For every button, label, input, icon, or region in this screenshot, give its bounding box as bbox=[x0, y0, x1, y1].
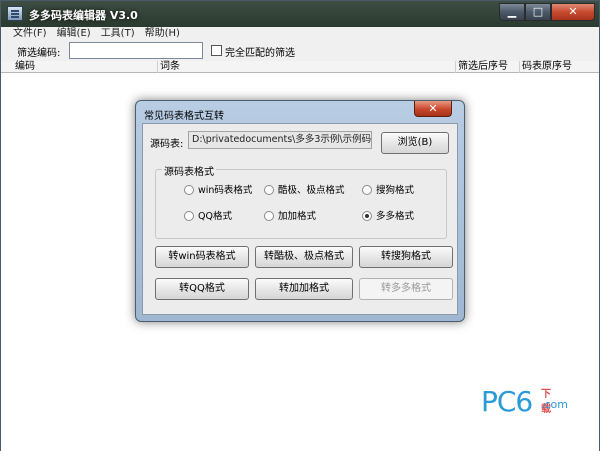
menu-help[interactable]: 帮助(H) bbox=[145, 27, 180, 41]
radio-win-format-label: win码表格式 bbox=[198, 185, 253, 196]
close-button[interactable]: ✕ bbox=[551, 3, 595, 21]
filter-code-input[interactable] bbox=[69, 42, 203, 59]
convert-jiajia-button[interactable]: 转加加格式 bbox=[255, 278, 353, 300]
menu-bar: 文件(F) 编辑(E) 工具(T) 帮助(H) bbox=[1, 27, 599, 41]
source-path-field[interactable]: D:\privatedocuments\多多3示例\示例码表.txt bbox=[188, 131, 372, 149]
radio-kuji-format-dot bbox=[264, 185, 274, 195]
column-header-original-index[interactable]: 码表原序号 bbox=[519, 61, 599, 73]
radio-sogou-format-label: 搜狗格式 bbox=[376, 185, 415, 196]
source-table-label: 源码表: bbox=[150, 139, 184, 150]
radio-duoduo-format[interactable]: 多多格式 bbox=[362, 210, 432, 224]
watermark-domain: .com bbox=[541, 398, 568, 411]
watermark-main: PC6 bbox=[481, 385, 533, 418]
maximize-button[interactable]: □ bbox=[525, 3, 551, 21]
radio-jiajia-format-label: 加加格式 bbox=[278, 211, 317, 222]
caption-buttons: ▁ □ ✕ bbox=[499, 3, 595, 21]
format-convert-dialog: 常见码表格式互转 ✕ 源码表: D:\privatedocuments\多多3示… bbox=[135, 100, 465, 322]
radio-sogou-format-dot bbox=[362, 185, 372, 195]
dialog-title: 常见码表格式互转 bbox=[144, 111, 224, 122]
radio-jiajia-format[interactable]: 加加格式 bbox=[264, 210, 354, 224]
convert-kuji-button[interactable]: 转酷极、极点格式 bbox=[255, 246, 353, 268]
pc6-watermark: PC6 下载 .com bbox=[481, 385, 568, 418]
radio-duoduo-format-dot bbox=[362, 211, 372, 221]
window-title: 多多码表编辑器 V3.0 bbox=[29, 9, 138, 22]
column-header-entry[interactable]: 词条 bbox=[157, 61, 455, 73]
source-format-group: 源码表格式 win码表格式 酷极、极点格式 搜狗格式 QQ格式 加加格式 多多格… bbox=[155, 163, 447, 239]
convert-qq-button[interactable]: 转QQ格式 bbox=[155, 278, 249, 300]
browse-button[interactable]: 浏览(B) bbox=[381, 132, 449, 154]
menu-tools[interactable]: 工具(T) bbox=[101, 27, 135, 41]
radio-kuji-format[interactable]: 酷极、极点格式 bbox=[264, 184, 364, 198]
convert-win-button[interactable]: 转win码表格式 bbox=[155, 246, 249, 268]
radio-duoduo-format-label: 多多格式 bbox=[376, 211, 415, 222]
radio-kuji-format-label: 酷极、极点格式 bbox=[278, 185, 345, 196]
radio-win-format[interactable]: win码表格式 bbox=[184, 184, 264, 198]
convert-sogou-button[interactable]: 转搜狗格式 bbox=[359, 246, 453, 268]
app-icon bbox=[7, 6, 23, 21]
menu-edit[interactable]: 编辑(E) bbox=[57, 27, 91, 41]
radio-qq-format-dot bbox=[184, 211, 194, 221]
exact-match-label[interactable]: 完全匹配的筛选 bbox=[225, 44, 295, 59]
radio-win-format-dot bbox=[184, 185, 194, 195]
radio-jiajia-format-dot bbox=[264, 211, 274, 221]
radio-qq-format-label: QQ格式 bbox=[198, 211, 232, 222]
radio-sogou-format[interactable]: 搜狗格式 bbox=[362, 184, 432, 198]
column-header-code[interactable]: 编码 bbox=[13, 61, 157, 73]
radio-qq-format[interactable]: QQ格式 bbox=[184, 210, 264, 224]
list-header: 编码 词条 筛选后序号 码表原序号 bbox=[1, 61, 599, 73]
filter-bar: 筛选编码: 完全匹配的筛选 bbox=[1, 41, 599, 61]
menu-file[interactable]: 文件(F) bbox=[13, 27, 47, 41]
column-header-filtered-index[interactable]: 筛选后序号 bbox=[455, 61, 519, 73]
title-bar[interactable]: 多多码表编辑器 V3.0 ▁ □ ✕ bbox=[1, 1, 599, 27]
convert-duoduo-button: 转多多格式 bbox=[359, 278, 453, 300]
dialog-content: 源码表: D:\privatedocuments\多多3示例\示例码表.txt … bbox=[142, 123, 458, 315]
dialog-close-button[interactable]: ✕ bbox=[414, 101, 452, 117]
source-format-group-title: 源码表格式 bbox=[162, 163, 216, 178]
minimize-button[interactable]: ▁ bbox=[499, 3, 525, 21]
filter-code-label: 筛选编码: bbox=[17, 48, 61, 59]
exact-match-checkbox[interactable] bbox=[211, 45, 222, 56]
